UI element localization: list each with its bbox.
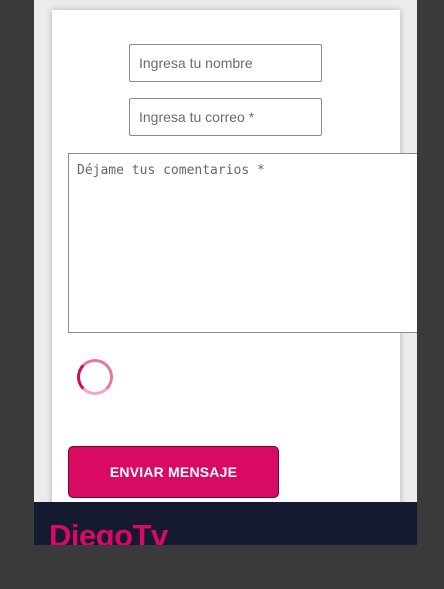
spinner-icon xyxy=(77,359,113,395)
contact-form: ENVIAR MENSAJE xyxy=(52,10,417,510)
page-viewport: ENVIAR MENSAJE DiegoTv xyxy=(34,0,417,545)
submit-button[interactable]: ENVIAR MENSAJE xyxy=(68,446,279,498)
name-input[interactable] xyxy=(129,44,322,82)
footer: DiegoTv xyxy=(34,502,417,545)
email-input[interactable] xyxy=(129,98,322,136)
brand-logo[interactable]: DiegoTv xyxy=(49,520,168,545)
comments-textarea[interactable] xyxy=(68,153,417,333)
